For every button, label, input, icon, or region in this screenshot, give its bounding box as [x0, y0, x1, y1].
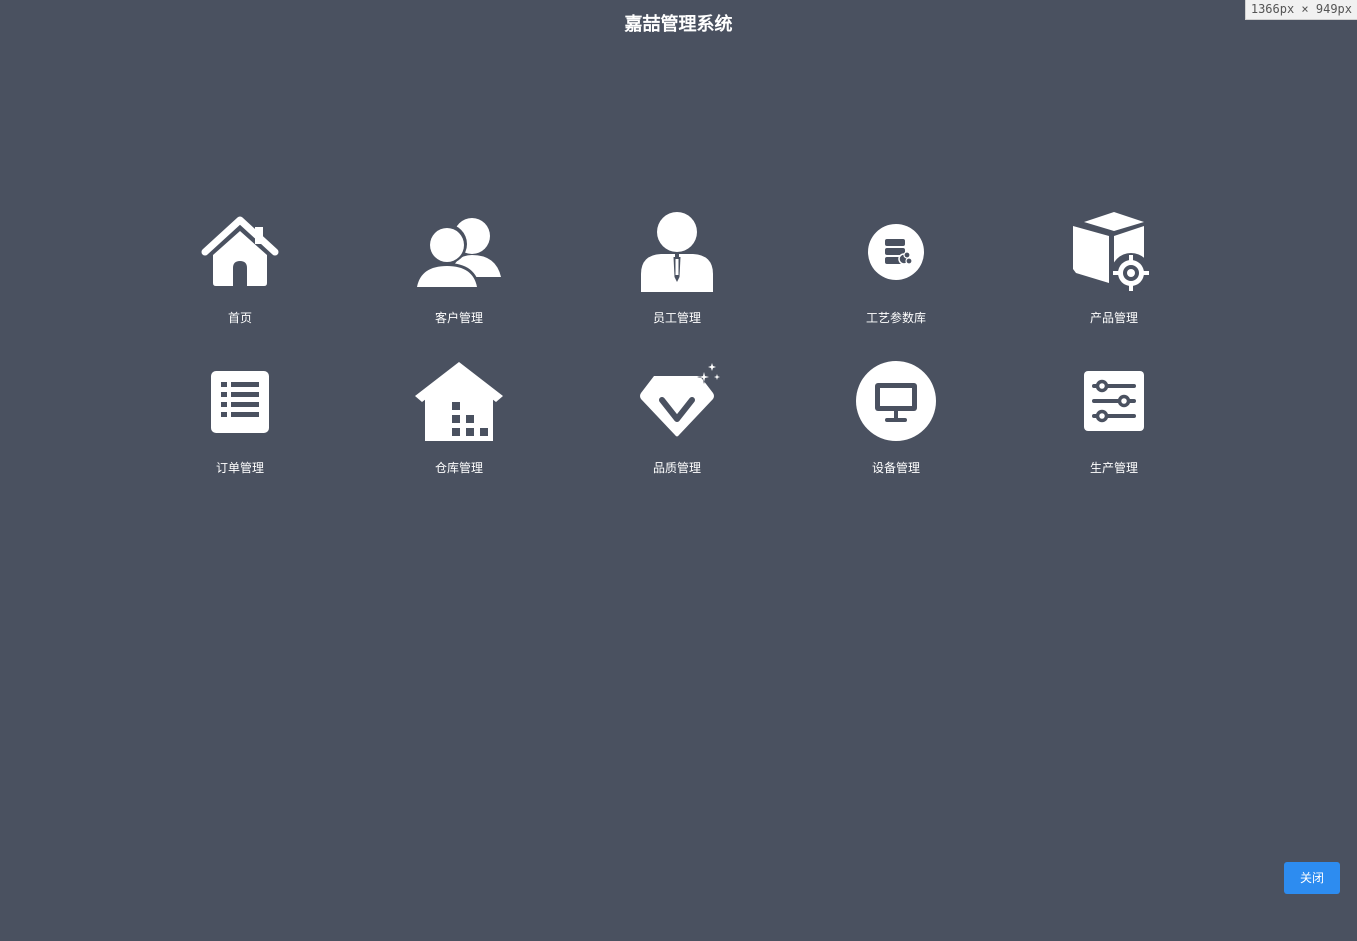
diamond-icon	[632, 361, 722, 451]
product-box-icon	[1069, 211, 1159, 301]
module-label: 客户管理	[434, 311, 483, 325]
module-tile-home[interactable]: 首页	[160, 211, 320, 341]
module-tile-process-params[interactable]: 工艺参数库	[816, 211, 976, 341]
module-tile-warehouse[interactable]: 仓库管理	[379, 361, 539, 491]
module-tile-production[interactable]: 生产管理	[1034, 361, 1194, 491]
module-label: 设备管理	[871, 461, 920, 475]
module-tile-employees[interactable]: 员工管理	[597, 211, 757, 341]
monitor-icon	[851, 361, 941, 451]
page-title: 嘉喆管理系统	[624, 14, 733, 35]
home-icon	[195, 211, 285, 301]
warehouse-icon	[414, 361, 504, 451]
users-icon	[414, 211, 504, 301]
employee-icon	[632, 211, 722, 301]
module-tile-products[interactable]: 产品管理	[1034, 211, 1194, 341]
module-label: 员工管理	[652, 311, 701, 325]
module-label: 工艺参数库	[865, 311, 926, 325]
close-button[interactable]: 关闭	[1284, 862, 1340, 894]
module-label: 产品管理	[1089, 311, 1138, 325]
viewport-size-badge: 1366px × 949px	[1244, 0, 1357, 20]
module-launcher: 嘉喆管理系统 1366px × 949px 首页 客户管理 员工管理 工艺参数库…	[0, 0, 1357, 941]
module-label: 首页	[227, 311, 252, 325]
module-tile-equipment[interactable]: 设备管理	[816, 361, 976, 491]
module-tile-orders[interactable]: 订单管理	[160, 361, 320, 491]
module-label: 仓库管理	[434, 461, 483, 475]
sliders-icon	[1069, 361, 1159, 451]
list-icon	[195, 361, 285, 451]
module-label: 生产管理	[1089, 461, 1138, 475]
module-label: 订单管理	[215, 461, 264, 475]
module-tile-quality[interactable]: 品质管理	[597, 361, 757, 491]
module-label: 品质管理	[652, 461, 701, 475]
database-icon	[851, 211, 941, 301]
module-tile-customers[interactable]: 客户管理	[379, 211, 539, 341]
